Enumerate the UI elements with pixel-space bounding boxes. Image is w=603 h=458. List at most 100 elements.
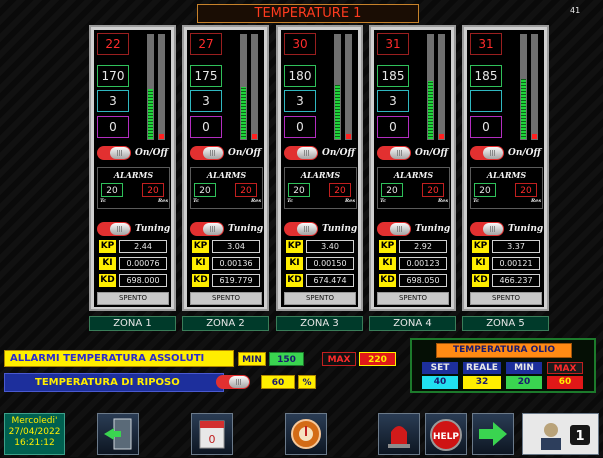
tuning-toggle[interactable]	[284, 222, 318, 236]
tuning-toggle[interactable]	[97, 222, 131, 236]
onoff-label: On/Off	[415, 148, 448, 158]
oil-temperature-panel: TEMPERATURA OLIO SET REALE MIN MAX 40 32…	[410, 338, 596, 393]
tuning-label: Tuning	[228, 224, 264, 234]
oil-min-value[interactable]: 20	[506, 376, 542, 389]
toggle-knob-icon	[390, 147, 410, 159]
help-button[interactable]: HELP	[425, 413, 467, 455]
rest-temperature-value[interactable]: 60	[261, 375, 295, 389]
zone-inner: 31 185 0 On/Off ALARMS 20 20 Tc Res Tuni…	[467, 30, 544, 307]
next-page-button[interactable]	[472, 413, 514, 455]
zone-panel: 31 185 0 On/Off ALARMS 20 20 Tc Res Tuni…	[462, 25, 549, 311]
alarm-min[interactable]: 20	[381, 183, 403, 197]
kp-value[interactable]: 3.37	[492, 240, 540, 253]
kp-value[interactable]: 2.44	[119, 240, 167, 253]
zone-label-button[interactable]: ZONA 1	[89, 316, 176, 331]
exit-door-button[interactable]	[97, 413, 139, 455]
kd-value[interactable]: 674.474	[306, 274, 354, 287]
zone-status-button[interactable]: SPENTO	[190, 292, 262, 305]
alarm-min[interactable]: 20	[288, 183, 310, 197]
kd-value[interactable]: 466.237	[492, 274, 540, 287]
abs-min-label: MIN	[238, 352, 266, 366]
onoff-toggle[interactable]	[284, 146, 318, 160]
kd-label: KD	[472, 274, 489, 287]
onoff-label: On/Off	[322, 148, 355, 158]
calendar-button[interactable]: 0	[191, 413, 233, 455]
zone-level-fill	[521, 79, 526, 139]
ki-value[interactable]: 0.00121	[492, 257, 540, 270]
zone-alarm-count: 0	[97, 116, 129, 138]
alarm-min[interactable]: 20	[101, 183, 123, 197]
kd-value[interactable]: 698.050	[399, 274, 447, 287]
alarm-max[interactable]: 20	[422, 183, 444, 197]
alarm-min[interactable]: 20	[194, 183, 216, 197]
onoff-toggle[interactable]	[97, 146, 131, 160]
zone-setpoint[interactable]: 185	[470, 65, 502, 87]
zone-status-button[interactable]: SPENTO	[97, 292, 169, 305]
zone-setpoint[interactable]: 175	[190, 65, 222, 87]
tuning-toggle[interactable]	[190, 222, 224, 236]
zone-output	[470, 90, 502, 112]
zone-label-button[interactable]: ZONA 2	[182, 316, 269, 331]
zone-setpoint[interactable]: 180	[284, 65, 316, 87]
abs-max-value[interactable]: 220	[359, 352, 396, 366]
toggle-knob-icon	[203, 223, 223, 235]
kp-value[interactable]: 2.92	[399, 240, 447, 253]
zone-alarm-count: 0	[470, 116, 502, 138]
ki-value[interactable]: 0.00076	[119, 257, 167, 270]
alarm-light-button[interactable]	[378, 413, 420, 455]
page-title: TEMPERATURE 1	[197, 4, 419, 23]
zone-alarm-count: 0	[284, 116, 316, 138]
kd-label: KD	[99, 274, 116, 287]
zone-level-fill	[428, 81, 433, 139]
zone-setpoint[interactable]: 185	[377, 65, 409, 87]
zone-label-button[interactable]: ZONA 5	[462, 316, 549, 331]
alarm-max[interactable]: 20	[142, 183, 164, 197]
alarms-title: ALARMS	[393, 170, 434, 180]
toggle-knob-icon	[483, 147, 503, 159]
onoff-toggle[interactable]	[377, 146, 411, 160]
zone-level-bar	[427, 34, 434, 140]
zone-setpoint[interactable]: 170	[97, 65, 129, 87]
oil-min-label: MIN	[506, 362, 542, 374]
ki-value[interactable]: 0.00123	[399, 257, 447, 270]
tuning-label: Tuning	[322, 224, 358, 234]
zone-inner: 30 180 3 0 On/Off ALARMS 20 20 Tc Res Tu…	[281, 30, 358, 307]
temperature-button[interactable]	[285, 413, 327, 455]
page-number: 41	[570, 6, 581, 15]
alarm-max[interactable]: 20	[329, 183, 351, 197]
kd-label: KD	[192, 274, 209, 287]
tuning-toggle[interactable]	[470, 222, 504, 236]
user-button[interactable]: 1	[522, 413, 599, 455]
zone-level-fill	[148, 89, 153, 139]
alarm-max[interactable]: 20	[515, 183, 537, 197]
alarm-min[interactable]: 20	[474, 183, 496, 197]
kp-label: KP	[472, 240, 489, 253]
zone-status-button[interactable]: SPENTO	[284, 292, 356, 305]
kd-value[interactable]: 619.779	[212, 274, 260, 287]
svg-text:0: 0	[209, 433, 216, 446]
abs-min-value[interactable]: 150	[269, 352, 304, 366]
ki-value[interactable]: 0.00136	[212, 257, 260, 270]
ki-label: KI	[99, 257, 116, 270]
zone-output: 3	[377, 90, 409, 112]
zone-output: 3	[190, 90, 222, 112]
zone-label-button[interactable]: ZONA 4	[369, 316, 456, 331]
kp-value[interactable]: 3.04	[212, 240, 260, 253]
onoff-toggle[interactable]	[470, 146, 504, 160]
rest-temperature-toggle[interactable]	[216, 375, 250, 389]
oil-max-value[interactable]: 60	[547, 376, 583, 389]
oil-set-value[interactable]: 40	[422, 376, 458, 389]
oil-set-label: SET	[422, 362, 458, 374]
kp-label: KP	[286, 240, 303, 253]
kp-value[interactable]: 3.40	[306, 240, 354, 253]
ki-value[interactable]: 0.00150	[306, 257, 354, 270]
zone-label-button[interactable]: ZONA 3	[276, 316, 363, 331]
zone-status-button[interactable]: SPENTO	[470, 292, 542, 305]
kd-value[interactable]: 698.000	[119, 274, 167, 287]
tc-label: Tc	[287, 198, 294, 204]
zone-status-button[interactable]: SPENTO	[377, 292, 449, 305]
tuning-toggle[interactable]	[377, 222, 411, 236]
tuning-label: Tuning	[415, 224, 451, 234]
onoff-toggle[interactable]	[190, 146, 224, 160]
alarm-max[interactable]: 20	[235, 183, 257, 197]
